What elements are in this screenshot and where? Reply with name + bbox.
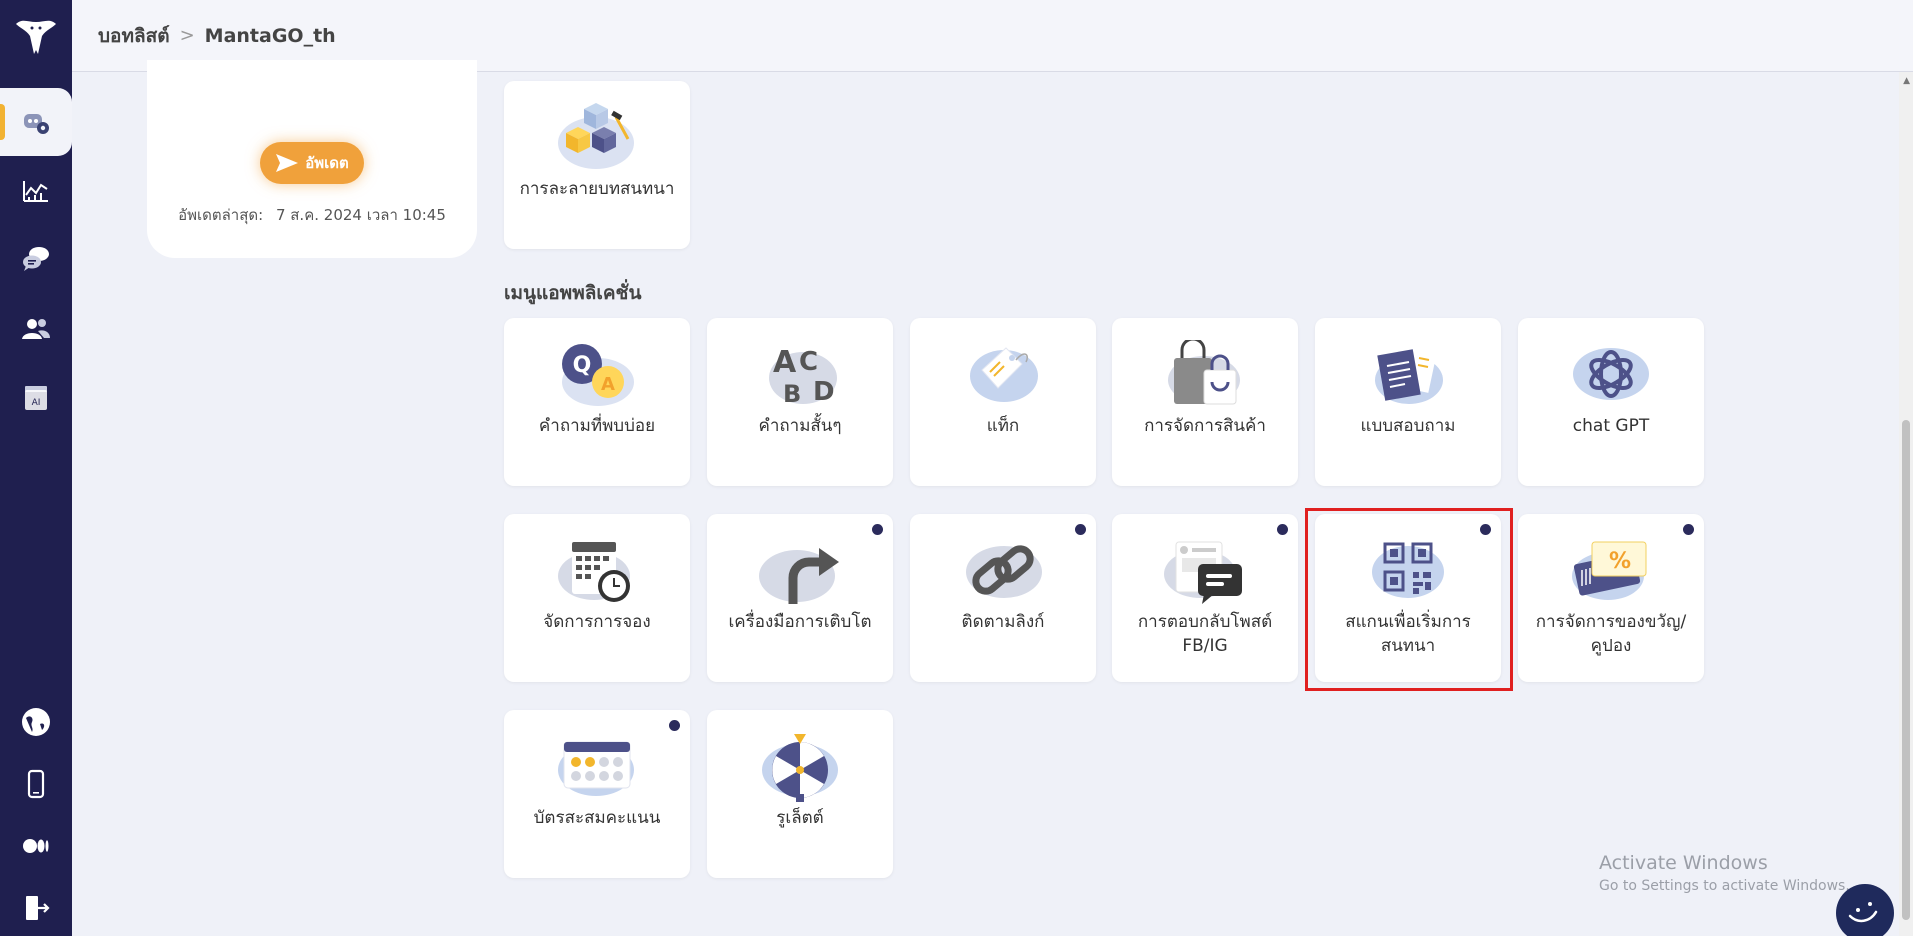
tile-label: การจัดการสินค้า — [1144, 416, 1266, 436]
tile-label: สแกนเพื่อเริ่มการสนทนา — [1345, 612, 1471, 656]
breadcrumb-separator: > — [179, 25, 195, 46]
nav-users[interactable] — [0, 295, 72, 363]
tile-survey[interactable]: แบบสอบถาม — [1315, 318, 1501, 486]
nav-bot-settings[interactable] — [0, 88, 72, 156]
growth-arrow-icon — [759, 548, 839, 604]
nav-analytics[interactable] — [0, 157, 72, 225]
tile-faq[interactable]: Q A คำถามที่พบบ่อย — [504, 318, 690, 486]
roulette-wheel-icon — [762, 734, 838, 802]
svg-text:A: A — [773, 345, 797, 380]
survey-notes-icon — [1375, 345, 1443, 404]
windows-activation-watermark: Activate Windows Go to Settings to activ… — [1599, 852, 1850, 894]
smile-face-icon — [1848, 902, 1878, 923]
bot-info-card: อัพเดต อัพเดตล่าสุด: 7 ส.ค. 2024 เวลา 10… — [147, 60, 477, 258]
tile-booking-management[interactable]: จัดการการจอง — [504, 514, 690, 682]
tile-quick-questions[interactable]: A C B D คำถามสั้นๆ — [707, 318, 893, 486]
users-icon — [22, 319, 50, 339]
tile-label: คำถามสั้นๆ — [758, 416, 842, 436]
new-badge-dot — [1480, 524, 1491, 535]
chat-bubbles-icon — [23, 247, 49, 271]
nav-globe[interactable] — [0, 688, 72, 756]
cubes-icon — [558, 103, 634, 169]
ai-document-icon: AI — [25, 386, 47, 410]
tile-label: รูเล็ตต์ — [776, 808, 824, 828]
breadcrumb-current-bot: MantaGO_th — [204, 24, 336, 47]
svg-text:%: % — [1609, 549, 1631, 574]
post-reply-icon — [1164, 541, 1242, 604]
analytics-chart-icon — [23, 181, 48, 202]
tile-label: จัดการการจอง — [543, 612, 651, 632]
scrollbar-thumb[interactable] — [1902, 420, 1910, 920]
breadcrumb-bot-list[interactable]: บอทลิสต์ — [98, 21, 170, 51]
chat-widget-button[interactable] — [1836, 884, 1894, 936]
svg-text:A: A — [601, 374, 615, 395]
svg-text:D: D — [813, 377, 835, 407]
tile-link-tracking[interactable]: ติดตามลิงก์ — [910, 514, 1096, 682]
nav-logout[interactable] — [0, 874, 72, 936]
tile-label: คำถามที่พบบ่อย — [538, 416, 656, 436]
tile-label: แท็ก — [986, 416, 1020, 436]
tile-label: การจัดการของขวัญ/คูปอง — [1535, 612, 1687, 656]
loyalty-card-icon — [558, 741, 634, 796]
tile-label: เครื่องมือการเติบโต — [728, 612, 872, 632]
shopping-bag-icon — [1168, 340, 1240, 405]
nav-mobile[interactable] — [0, 750, 72, 818]
chatgpt-icon — [1573, 348, 1649, 400]
watermark-line1: Activate Windows — [1599, 852, 1768, 874]
globe-icon — [22, 708, 50, 736]
tile-label: บัตรสะสมคะแนน — [533, 808, 661, 828]
svg-text:Q: Q — [573, 353, 592, 378]
scroll-up-arrow-icon[interactable]: ▲ — [1903, 76, 1910, 86]
tile-label: การละลายบทสนทนา — [519, 179, 675, 199]
manta-logo-icon[interactable] — [12, 10, 60, 58]
abcd-letters-icon: A C B D — [769, 345, 837, 408]
faq-qa-icon: Q A — [562, 344, 634, 406]
tile-post-reply[interactable]: การตอบกลับโพสต์ FB/IG — [1112, 514, 1298, 682]
new-badge-dot — [669, 720, 680, 731]
qr-code-icon — [1372, 542, 1444, 598]
tile-chat-gpt[interactable]: chat GPT — [1518, 318, 1704, 486]
tile-growth-tools[interactable]: เครื่องมือการเติบโต — [707, 514, 893, 682]
coupon-icon: % — [1572, 541, 1647, 600]
tile-loyalty-card[interactable]: บัตรสะสมคะแนน — [504, 710, 690, 878]
app-menu-title: เมนูแอพพลิเคชั่น — [504, 282, 642, 304]
nav-chat[interactable] — [0, 225, 72, 293]
new-badge-dot — [872, 524, 883, 535]
tile-label: chat GPT — [1572, 416, 1650, 436]
new-badge-dot — [1075, 524, 1086, 535]
tile-label: ติดตามลิงก์ — [961, 612, 1045, 632]
mobile-icon — [27, 769, 45, 799]
calendar-clock-icon — [558, 542, 630, 602]
tile-tags[interactable]: แท็ก — [910, 318, 1096, 486]
last-update: อัพเดตล่าสุด: 7 ส.ค. 2024 เวลา 10:45 — [147, 203, 477, 227]
link-icon — [966, 545, 1042, 598]
tile-coupon-management[interactable]: % การจัดการของขวัญ/คูปอง — [1518, 514, 1704, 682]
send-icon — [276, 154, 299, 172]
update-button[interactable]: อัพเดต — [260, 142, 364, 184]
tile-label: การตอบกลับโพสต์ FB/IG — [1137, 612, 1273, 656]
new-badge-dot — [1683, 524, 1694, 535]
nav-medium[interactable] — [0, 812, 72, 880]
last-update-value: 7 ส.ค. 2024 เวลา 10:45 — [275, 206, 446, 224]
svg-text:AI: AI — [32, 398, 41, 408]
logout-icon — [26, 896, 50, 920]
medium-icon — [23, 839, 49, 853]
tile-label: แบบสอบถาม — [1360, 416, 1456, 436]
new-badge-dot — [1277, 524, 1288, 535]
tag-icon — [970, 347, 1038, 402]
update-button-label: อัพเดต — [305, 155, 349, 172]
tile-product-management[interactable]: การจัดการสินค้า — [1112, 318, 1298, 486]
sidebar: AI — [0, 0, 72, 936]
bot-settings-icon — [24, 114, 49, 134]
last-update-label: อัพเดตล่าสุด: — [178, 206, 264, 224]
watermark-line2: Go to Settings to activate Windows. — [1599, 878, 1850, 894]
nav-ai-docs[interactable]: AI — [0, 364, 72, 432]
tile-scan-to-chat[interactable]: สแกนเพื่อเริ่มการสนทนา — [1315, 514, 1501, 682]
tile-conversation-dissolve[interactable]: การละลายบทสนทนา — [504, 81, 690, 249]
tile-roulette[interactable]: รูเล็ตต์ — [707, 710, 893, 878]
svg-text:B: B — [783, 380, 801, 408]
svg-text:C: C — [799, 347, 818, 377]
